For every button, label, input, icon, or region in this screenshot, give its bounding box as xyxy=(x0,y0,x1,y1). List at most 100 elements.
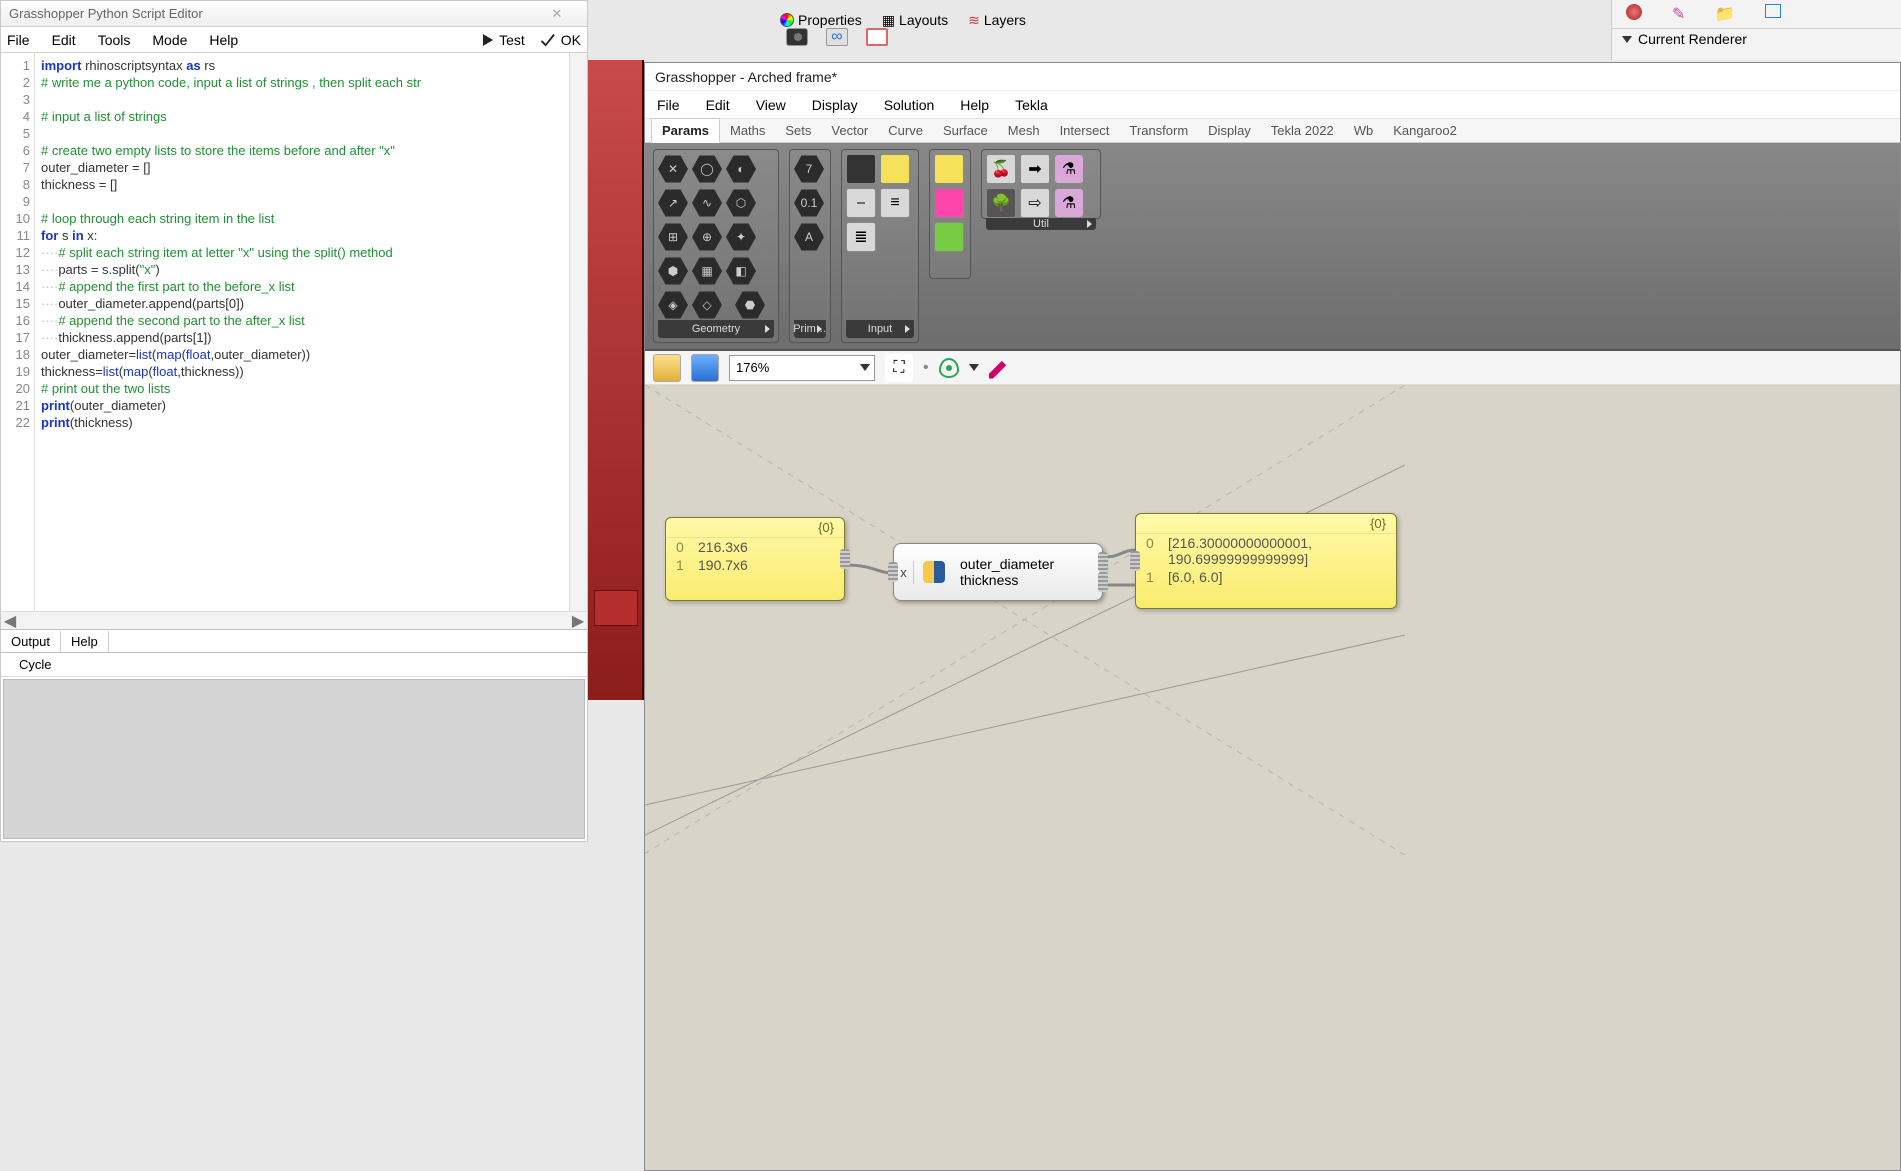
tab-output[interactable]: Output xyxy=(1,631,61,652)
input-component[interactable] xyxy=(934,188,964,218)
wand-icon[interactable]: ✎ xyxy=(1672,4,1685,24)
prim-component[interactable]: 0.1 xyxy=(794,188,824,218)
gh-tab-curve[interactable]: Curve xyxy=(878,119,933,142)
test-button[interactable]: Test xyxy=(483,32,525,48)
link-icon[interactable]: ∞ xyxy=(826,28,848,46)
geom-component[interactable]: ✕ xyxy=(658,154,688,184)
gh-tab-maths[interactable]: Maths xyxy=(720,119,775,142)
geom-component[interactable]: ⊕ xyxy=(692,222,722,252)
zoom-extents-button[interactable]: ⛶ xyxy=(885,354,913,382)
geom-component[interactable]: ◈ xyxy=(658,290,688,320)
preview-toggle[interactable] xyxy=(939,358,959,378)
prim-component[interactable]: 7 xyxy=(794,154,824,184)
panel-layers[interactable]: ≋Layers xyxy=(968,12,1026,29)
geom-component[interactable]: ∿ xyxy=(692,188,722,218)
output-grip-thickness[interactable] xyxy=(1098,572,1108,592)
gh-tab-tekla-2022[interactable]: Tekla 2022 xyxy=(1261,119,1344,142)
panel-properties[interactable]: Properties xyxy=(780,12,862,28)
menu-tools[interactable]: Tools xyxy=(98,32,131,48)
close-icon[interactable]: ✕ xyxy=(535,3,579,25)
sphere-icon[interactable] xyxy=(1626,4,1642,20)
scroll-right-icon[interactable]: ▶ xyxy=(569,612,587,629)
gh-menu-file[interactable]: File xyxy=(657,97,680,113)
scroll-left-icon[interactable]: ◀ xyxy=(1,612,19,629)
gh-canvas[interactable]: {0} 0216.3x6 1190.7x6 x outer_diameter t… xyxy=(645,385,1900,1170)
menu-edit[interactable]: Edit xyxy=(52,32,76,48)
input-component[interactable]: ⎯ xyxy=(846,188,876,218)
geom-component[interactable]: ↗ xyxy=(658,188,688,218)
code-editor[interactable]: import rhinoscriptsyntax as rs# write me… xyxy=(35,53,569,611)
geom-component[interactable]: ⬣ xyxy=(735,290,765,320)
gh-menu-solution[interactable]: Solution xyxy=(884,97,935,113)
menu-file[interactable]: File xyxy=(7,32,30,48)
window-titlebar[interactable]: Grasshopper Python Script Editor ✕ xyxy=(1,1,587,27)
input-component[interactable] xyxy=(934,222,964,252)
slide-icon[interactable] xyxy=(1765,4,1781,18)
util-component[interactable]: ⚗ xyxy=(1054,154,1084,184)
tab-help[interactable]: Help xyxy=(61,631,109,652)
panel-layouts[interactable]: ▦Layouts xyxy=(882,12,948,29)
ok-button[interactable]: OK xyxy=(541,32,581,48)
util-component[interactable]: 🌳 xyxy=(986,188,1016,218)
gh-menu-edit[interactable]: Edit xyxy=(706,97,730,113)
gh-ribbon: ✕ ◯ ◐ ↗ ∿ ⬡ ⊞ ⊕ ✦ ⬢ ▦ ◧ ◈ ◇ ⬣ Geometry 7… xyxy=(645,143,1900,351)
menu-mode[interactable]: Mode xyxy=(152,32,187,48)
folder-icon[interactable]: 📁 xyxy=(1715,4,1735,24)
output-grip-outer-diameter[interactable] xyxy=(1098,552,1108,572)
python-script-node[interactable]: x outer_diameter thickness xyxy=(893,543,1103,601)
input-component[interactable] xyxy=(846,154,876,184)
input-component[interactable] xyxy=(934,154,964,184)
geom-component[interactable]: ⬢ xyxy=(658,256,688,286)
util-component[interactable]: ➡ xyxy=(1020,154,1050,184)
gh-menu-help[interactable]: Help xyxy=(960,97,989,113)
geom-component[interactable]: ◯ xyxy=(692,154,722,184)
output-panel[interactable]: {0} 0[216.30000000000001, 190.6999999999… xyxy=(1135,513,1397,609)
geom-component[interactable]: ⊞ xyxy=(658,222,688,252)
gh-menu-tekla[interactable]: Tekla xyxy=(1015,97,1048,113)
zoom-combo[interactable]: 176% xyxy=(729,355,875,381)
panel-component[interactable] xyxy=(880,154,910,184)
output-label-outer-diameter: outer_diameter xyxy=(960,556,1096,572)
gh-tab-wb[interactable]: Wb xyxy=(1344,119,1384,142)
camera-icon[interactable] xyxy=(786,28,808,46)
geom-component[interactable]: ⬡ xyxy=(726,188,756,218)
menu-help[interactable]: Help xyxy=(209,32,238,48)
rhino-viewport-strip xyxy=(588,60,644,700)
gh-tab-mesh[interactable]: Mesh xyxy=(998,119,1050,142)
save-button[interactable] xyxy=(691,354,719,382)
gh-tab-sets[interactable]: Sets xyxy=(775,119,821,142)
util-component[interactable]: ⚗ xyxy=(1054,188,1084,218)
input-grip-x[interactable] xyxy=(888,562,898,582)
gh-tab-transform[interactable]: Transform xyxy=(1119,119,1198,142)
geom-component[interactable]: ✦ xyxy=(726,222,756,252)
output-panel-body[interactable] xyxy=(3,679,585,839)
input-panel[interactable]: {0} 0216.3x6 1190.7x6 xyxy=(665,517,845,601)
panel-input-grip[interactable] xyxy=(1130,551,1140,571)
open-button[interactable] xyxy=(653,354,681,382)
gh-tab-display[interactable]: Display xyxy=(1198,119,1261,142)
input-component[interactable]: ≣ xyxy=(846,222,876,252)
input-component[interactable]: ≡ xyxy=(880,188,910,218)
geom-component[interactable]: ◐ xyxy=(726,154,756,184)
util-component[interactable]: 🍒 xyxy=(986,154,1016,184)
geom-component[interactable]: ◇ xyxy=(692,290,722,320)
geom-component[interactable]: ▦ xyxy=(692,256,722,286)
gh-tab-intersect[interactable]: Intersect xyxy=(1050,119,1120,142)
horizontal-scrollbar[interactable]: ◀ ▶ xyxy=(1,611,587,629)
frame-icon[interactable] xyxy=(866,28,888,46)
vertical-scrollbar[interactable] xyxy=(569,53,587,611)
prim-component[interactable]: A xyxy=(794,222,824,252)
gh-tab-surface[interactable]: Surface xyxy=(933,119,998,142)
gh-menu-view[interactable]: View xyxy=(756,97,786,113)
current-renderer-header[interactable]: Current Renderer xyxy=(1612,28,1901,49)
gh-tab-kangaroo2[interactable]: Kangaroo2 xyxy=(1383,119,1467,142)
gh-titlebar[interactable]: Grasshopper - Arched frame* xyxy=(645,63,1900,91)
sketch-button[interactable] xyxy=(989,357,1011,379)
gh-tab-params[interactable]: Params xyxy=(651,118,720,143)
chevron-down-icon[interactable] xyxy=(969,364,979,371)
geom-component[interactable]: ◧ xyxy=(726,256,756,286)
panel-output-grip[interactable] xyxy=(840,549,850,569)
gh-menu-display[interactable]: Display xyxy=(812,97,858,113)
util-component[interactable]: ⇨ xyxy=(1020,188,1050,218)
gh-tab-vector[interactable]: Vector xyxy=(821,119,878,142)
